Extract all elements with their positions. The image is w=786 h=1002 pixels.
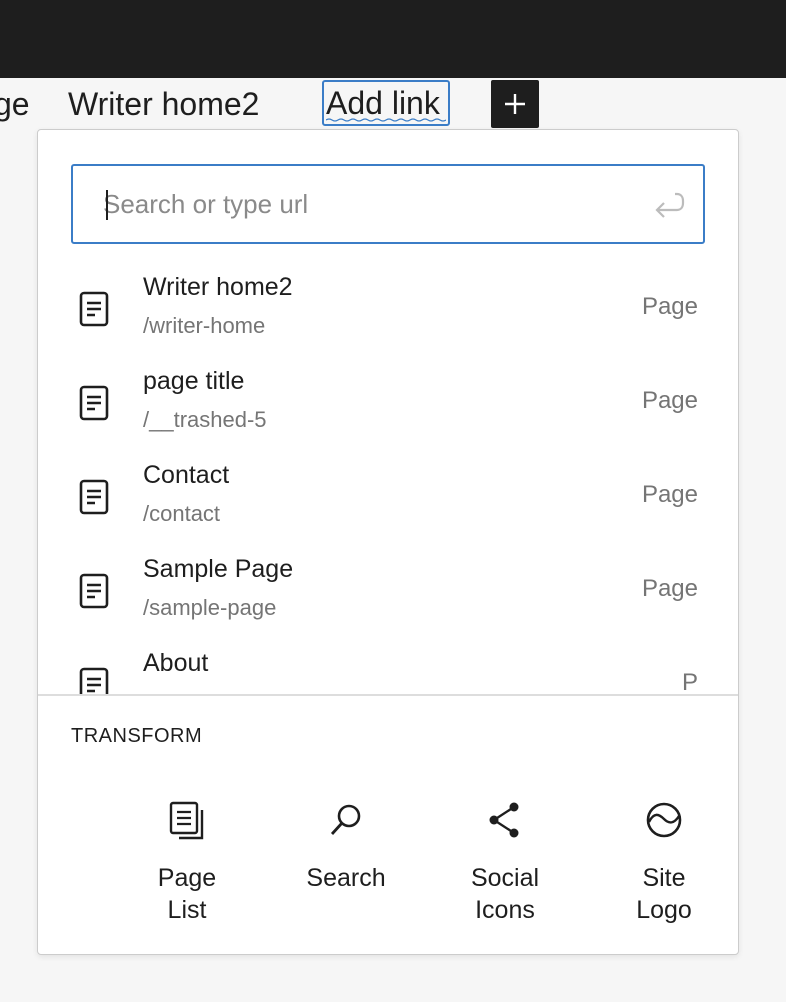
- transform-search-button[interactable]: Search: [266, 790, 426, 930]
- result-title: page title: [143, 367, 245, 395]
- result-type: Page: [641, 293, 698, 320]
- result-title: Contact: [143, 461, 230, 489]
- page-list-icon: [169, 801, 204, 840]
- navigation-block: ge Writer home2 Add link: [0, 78, 786, 130]
- result-type: P: [681, 669, 698, 694]
- add-link-label: Add link: [326, 85, 440, 121]
- transform-heading: TRANSFORM: [71, 725, 203, 747]
- spellcheck-underline: [326, 118, 446, 122]
- result-item[interactable]: Sample Page /sample-page Page: [38, 548, 738, 642]
- page-icon: [79, 385, 109, 421]
- transform-options: Page List Search Social Icons Site Logo: [71, 790, 707, 930]
- link-search-box: [71, 164, 705, 244]
- link-search-input[interactable]: [103, 166, 623, 242]
- text-caret: [106, 190, 108, 220]
- section-divider: [38, 694, 738, 696]
- page-icon: [79, 479, 109, 515]
- search-results-list: Writer home2 /writer-home Page page titl…: [38, 266, 738, 694]
- result-item[interactable]: Contact /contact Page: [38, 454, 738, 548]
- transform-social-icons-button[interactable]: Social Icons: [425, 790, 585, 930]
- page-icon: [79, 291, 109, 327]
- transform-site-logo-button[interactable]: Site Logo: [584, 790, 738, 930]
- result-item[interactable]: Writer home2 /writer-home Page: [38, 266, 738, 360]
- page-icon: [79, 573, 109, 609]
- site-logo-icon: [646, 802, 682, 838]
- transform-label: Site Logo: [636, 864, 692, 924]
- result-url: /writer-home: [143, 313, 266, 338]
- result-title: Sample Page: [143, 555, 294, 583]
- add-block-button[interactable]: [491, 80, 539, 128]
- result-url: /contact: [143, 501, 221, 526]
- editor-top-bar: [0, 0, 786, 78]
- result-title: About: [143, 649, 209, 677]
- transform-label: Social Icons: [470, 864, 540, 924]
- transform-page-list-button[interactable]: Page List: [107, 790, 267, 930]
- share-icon: [489, 802, 519, 838]
- result-title: Writer home2: [143, 273, 293, 301]
- result-type: Page: [641, 575, 698, 602]
- transform-label: Search: [306, 864, 386, 892]
- nav-item-add-link[interactable]: Add link: [322, 80, 450, 126]
- nav-item-partial[interactable]: ge: [0, 84, 30, 124]
- result-item[interactable]: About P: [38, 642, 738, 694]
- link-control-popover: Writer home2 /writer-home Page page titl…: [37, 129, 739, 955]
- enter-return-icon[interactable]: [649, 186, 689, 226]
- result-type: Page: [641, 481, 698, 508]
- transform-label: Page List: [157, 864, 217, 924]
- plus-icon: [505, 94, 525, 114]
- page-icon: [79, 667, 109, 694]
- search-icon: [330, 804, 361, 835]
- result-item[interactable]: page title /__trashed-5 Page: [38, 360, 738, 454]
- result-url: /sample-page: [143, 595, 277, 620]
- nav-item-writer-home2[interactable]: Writer home2: [68, 84, 259, 124]
- result-url: /__trashed-5: [143, 407, 267, 432]
- result-type: Page: [641, 387, 698, 414]
